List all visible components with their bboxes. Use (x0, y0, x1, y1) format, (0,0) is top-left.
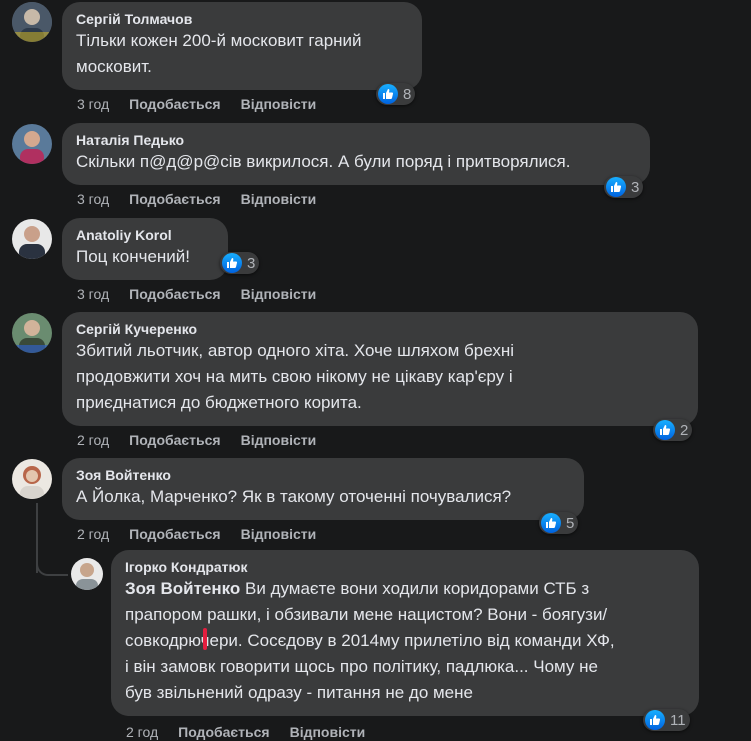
comment-actions: 2 год Подобається Відповісти (126, 724, 385, 740)
avatar[interactable] (12, 313, 52, 353)
comment-text-line: і він замовк говорити щось про політику,… (125, 657, 598, 676)
reply-button[interactable]: Відповісти (241, 96, 317, 112)
person-icon (12, 219, 52, 259)
comment-text-line: московит. (76, 57, 152, 76)
like-button[interactable]: Подобається (129, 432, 220, 448)
comment-actions: 3 год Подобається Відповісти (77, 286, 336, 302)
person-icon (71, 558, 103, 590)
comment-actions: 2 год Подобається Відповісти (77, 432, 336, 448)
comment-bubble: Сергій Толмачов Тільки кожен 200-й моско… (62, 2, 422, 90)
reaction-badge[interactable]: 3 (220, 252, 260, 274)
like-button[interactable]: Подобається (129, 96, 220, 112)
comment-time[interactable]: 3 год (77, 96, 109, 112)
comment-time[interactable]: 2 год (126, 724, 158, 740)
comment-time[interactable]: 3 год (77, 286, 109, 302)
comment-text-line: Поц кончений! (76, 247, 191, 266)
reaction-badge[interactable]: 5 (539, 512, 579, 534)
comment-text-fragment: Ви думаєте вони ходили коридорами СТБ з (240, 579, 590, 598)
comment-text-line: Зоя Войтенко Ви думаєте вони ходили кори… (125, 576, 685, 602)
comment-bubble: Сергій Кучеренко Збитий льотчик, автор о… (62, 312, 698, 426)
reply-button[interactable]: Відповісти (241, 286, 317, 302)
person-icon (12, 459, 52, 499)
mention-link[interactable]: Зоя Войтенко (125, 579, 240, 598)
comment-actions: 3 год Подобається Відповісти (77, 96, 336, 112)
comment-actions: 2 год Подобається Відповісти (77, 526, 336, 542)
comment-text-line: продовжити хоч на мить свою нікому не ці… (76, 367, 513, 386)
reply-button[interactable]: Відповісти (241, 191, 317, 207)
comment-author[interactable]: Anatoliy Korol (76, 226, 214, 244)
reaction-badge[interactable]: 8 (376, 83, 416, 105)
thumbs-up-icon (606, 177, 626, 197)
comment-text-line: Тільки кожен 200-й московит гарний (76, 31, 362, 50)
reaction-count: 5 (566, 514, 575, 532)
thumbs-up-icon (541, 513, 561, 533)
thumbs-up-icon (645, 710, 665, 730)
person-icon (12, 313, 52, 353)
thumbs-up-icon (378, 84, 398, 104)
comment-bubble: Anatoliy Korol Поц кончений! (62, 218, 228, 280)
reaction-badge[interactable]: 3 (604, 176, 644, 198)
comment-bubble: Зоя Войтенко А Йолка, Марченко? Як в так… (62, 458, 584, 520)
comment-bubble: Ігорко Кондратюк Зоя Войтенко Ви думаєте… (111, 550, 699, 716)
comment-text-line: Збитий льотчик, автор одного хіта. Хоче … (76, 341, 514, 360)
like-button[interactable]: Подобається (178, 724, 269, 740)
avatar[interactable] (12, 2, 52, 42)
avatar[interactable] (12, 459, 52, 499)
comment-text-line: совкодрючери. Сосєдову в 2014му прилетіл… (125, 631, 615, 650)
comment-author[interactable]: Сергій Толмачов (76, 10, 408, 28)
comment-time[interactable]: 2 год (77, 432, 109, 448)
comment-author[interactable]: Наталія Педько (76, 131, 636, 149)
comment-author[interactable]: Сергій Кучеренко (76, 320, 684, 338)
thumbs-up-icon (222, 253, 242, 273)
comment-bubble: Наталія Педько Скільки п@д@р@сів викрило… (62, 123, 650, 185)
comment-text-line: А Йолка, Марченко? Як в такому оточенні … (76, 487, 512, 506)
avatar[interactable] (12, 124, 52, 164)
person-icon (12, 2, 52, 42)
reply-button[interactable]: Відповісти (290, 724, 366, 740)
comment-author[interactable]: Ігорко Кондратюк (125, 558, 685, 576)
reaction-count: 11 (670, 711, 686, 729)
comment-time[interactable]: 2 год (77, 526, 109, 542)
comment-text-line: приєднатися до бюджетного корита. (76, 393, 362, 412)
reaction-count: 3 (631, 178, 640, 196)
reply-button[interactable]: Відповісти (241, 432, 317, 448)
comment-time[interactable]: 3 год (77, 191, 109, 207)
comment-actions: 3 год Подобається Відповісти (77, 191, 336, 207)
person-icon (12, 124, 52, 164)
reaction-badge[interactable]: 11 (643, 709, 690, 731)
thumbs-up-icon (655, 420, 675, 440)
avatar[interactable] (71, 558, 103, 590)
reaction-count: 2 (680, 421, 689, 439)
comment-text-line: прапором рашки, і обзивали мене нацистом… (125, 605, 608, 624)
reaction-badge[interactable]: 2 (653, 419, 693, 441)
comment-author[interactable]: Зоя Войтенко (76, 466, 570, 484)
like-button[interactable]: Подобається (129, 191, 220, 207)
like-button[interactable]: Подобається (129, 286, 220, 302)
reaction-count: 8 (403, 85, 412, 103)
like-button[interactable]: Подобається (129, 526, 220, 542)
highlight-mark (203, 628, 207, 650)
thread-connector (36, 558, 68, 576)
reply-button[interactable]: Відповісти (241, 526, 317, 542)
reaction-count: 3 (247, 254, 256, 272)
avatar[interactable] (12, 219, 52, 259)
comment-text-line: Скільки п@д@р@сів викрилося. А були поря… (76, 152, 571, 171)
comment-text-line: був звільнений одразу - питання не до ме… (125, 683, 473, 702)
